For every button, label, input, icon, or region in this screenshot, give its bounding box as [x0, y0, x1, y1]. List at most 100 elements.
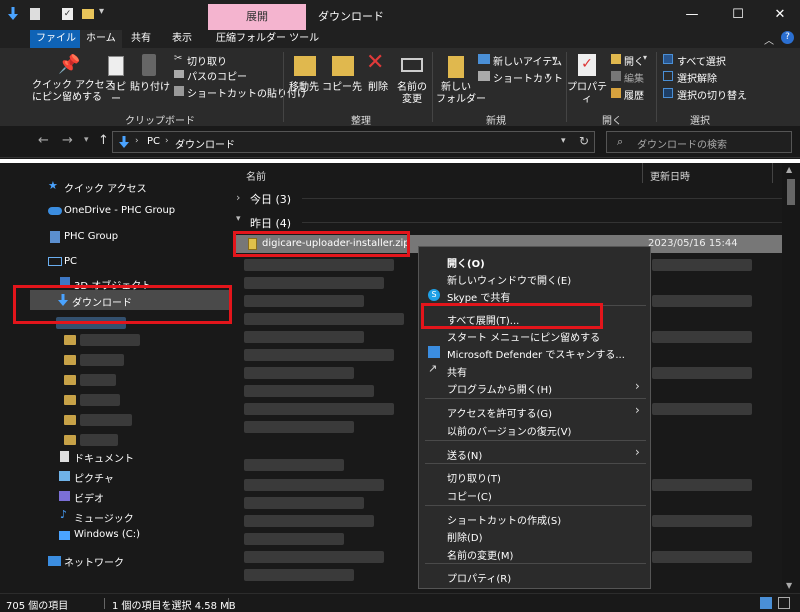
menu-item-restore-versions[interactable]: 以前のバージョンの復元(V)	[447, 423, 571, 438]
paste-button[interactable]: 貼り付け	[130, 82, 170, 94]
chevron-right-icon[interactable]: ›	[135, 136, 139, 146]
invert-selection-button[interactable]: 選択の切り替え	[677, 87, 747, 102]
menu-item-open-new-window[interactable]: 新しいウィンドウで開く(E)	[447, 272, 571, 287]
scroll-up-icon[interactable]: ▲	[786, 165, 792, 174]
menu-item-defender-scan[interactable]: Microsoft Defender でスキャンする...	[447, 346, 625, 361]
maximize-button[interactable]: ☐	[718, 4, 758, 26]
help-icon[interactable]: ?	[781, 31, 794, 44]
new-folder-button[interactable]: 新しい フォルダー	[436, 82, 486, 106]
copy-path-button[interactable]: パスのコピー	[187, 68, 247, 83]
ribbon-tabs: ファイル ホーム 共有 表示 圧縮フォルダー ツール ︿ ?	[0, 30, 800, 48]
address-dropdown-icon[interactable]: ▾	[561, 136, 566, 146]
select-all-button[interactable]: すべて選択	[677, 53, 726, 68]
menu-item-cut[interactable]: 切り取り(T)	[447, 470, 501, 485]
menu-item-rename[interactable]: 名前の変更(M)	[447, 547, 513, 562]
context-tab-extract[interactable]: 展開	[208, 4, 306, 30]
folder-icon	[64, 395, 76, 405]
back-arrow-icon[interactable]: ←	[38, 133, 49, 148]
menu-item-create-shortcut[interactable]: ショートカットの作成(S)	[447, 512, 561, 527]
sidebar-item-network[interactable]: ネットワーク	[64, 554, 124, 569]
menu-item-skype-share[interactable]: Skype で共有	[447, 289, 510, 304]
menu-item-give-access[interactable]: アクセスを許可する(G)	[447, 405, 552, 420]
menu-item-copy[interactable]: コピー(C)	[447, 488, 492, 503]
group-header-yesterday[interactable]: 昨日 (4)	[250, 215, 291, 231]
chevron-right-icon[interactable]: ›	[165, 136, 169, 146]
tab-file[interactable]: ファイル	[30, 30, 82, 48]
copy-to-button[interactable]: コピー先	[322, 82, 362, 94]
pin-quick-access-button[interactable]: クイック アクセス にピン留めする	[32, 80, 115, 104]
menu-item-pin-start[interactable]: スタート メニューにピン留めする	[447, 329, 600, 344]
tab-compressed-tools[interactable]: 圧縮フォルダー ツール	[210, 30, 325, 48]
menu-item-open[interactable]: 開く(O)	[447, 255, 485, 270]
group-header-today[interactable]: 今日 (3)	[250, 191, 291, 207]
delete-button[interactable]: 削除	[365, 82, 391, 94]
sidebar-item-phc-group[interactable]: PHC Group	[64, 231, 118, 242]
copy-icon	[108, 56, 124, 76]
up-arrow-icon[interactable]: ↑	[98, 133, 109, 148]
edit-button[interactable]: 編集	[624, 70, 644, 85]
dropdown-icon: ▾	[552, 54, 557, 63]
menu-item-open-with[interactable]: プログラムから開く(H)	[447, 381, 552, 396]
column-header-modified[interactable]: 更新日時	[650, 168, 690, 183]
scroll-down-icon[interactable]: ▼	[786, 581, 792, 590]
menu-item-share[interactable]: 共有	[447, 364, 467, 379]
properties-check-icon: ✓	[578, 54, 596, 76]
vertical-scrollbar[interactable]: ▲ ▼	[782, 163, 800, 593]
folder-icon[interactable]	[82, 9, 94, 19]
sidebar-item-pc[interactable]: PC	[64, 256, 77, 267]
sidebar-item-pictures[interactable]: ピクチャ	[74, 470, 114, 485]
breadcrumb-downloads[interactable]: ダウンロード	[175, 136, 235, 151]
minimize-button[interactable]: —	[672, 4, 712, 26]
qat-chevron-icon[interactable]: ▾	[99, 6, 104, 17]
blurred-item	[80, 414, 132, 426]
menu-item-send-to[interactable]: 送る(N)	[447, 447, 482, 462]
forward-arrow-icon[interactable]: →	[62, 133, 73, 148]
collapse-ribbon-icon[interactable]: ︿	[764, 32, 774, 47]
folder-icon	[64, 335, 76, 345]
download-arrow-icon	[119, 136, 129, 149]
chevron-down-icon[interactable]: ▾	[236, 214, 241, 224]
search-box[interactable]: ⌕ ダウンロードの検索	[606, 131, 792, 153]
recent-dropdown-icon[interactable]: ▾	[84, 135, 89, 145]
select-none-button[interactable]: 選択解除	[677, 70, 717, 85]
chevron-right-icon[interactable]: ›	[236, 191, 240, 204]
breadcrumb-pc[interactable]: PC	[147, 136, 160, 147]
menu-item-delete[interactable]: 削除(D)	[447, 529, 483, 544]
menu-separator	[425, 463, 646, 464]
large-icons-view-icon[interactable]	[778, 597, 790, 609]
shortcut-button[interactable]: ショートカット	[493, 70, 563, 85]
divider	[656, 52, 657, 122]
divider	[432, 52, 433, 122]
tab-view[interactable]: 表示	[166, 30, 198, 48]
cut-button[interactable]: 切り取り	[187, 53, 227, 68]
sidebar-item-music[interactable]: ミュージック	[74, 510, 134, 525]
menu-item-properties[interactable]: プロパティ(R)	[447, 570, 511, 585]
close-button[interactable]: ✕	[760, 4, 800, 26]
sidebar-item-videos[interactable]: ビデオ	[74, 490, 104, 505]
tab-home[interactable]: ホーム	[80, 30, 122, 48]
refresh-icon[interactable]: ↻	[579, 134, 589, 148]
checkmark-icon[interactable]: ✓	[62, 8, 73, 20]
sidebar-item-windows-c[interactable]: Windows (C:)	[74, 529, 140, 540]
column-header-name[interactable]: 名前	[246, 168, 266, 183]
open-button[interactable]: 開く	[624, 53, 644, 68]
skype-icon: S	[428, 289, 440, 301]
scroll-thumb[interactable]	[787, 179, 795, 205]
sidebar-item-onedrive[interactable]: OneDrive - PHC Group	[64, 205, 175, 216]
history-button[interactable]: 履歴	[624, 87, 644, 102]
window-title: ダウンロード	[318, 10, 384, 23]
open-icon	[611, 54, 621, 64]
properties-icon[interactable]	[30, 8, 40, 20]
address-bar[interactable]: › PC › ダウンロード ▾ ↻	[112, 131, 595, 153]
details-view-icon[interactable]	[760, 597, 772, 609]
copy-button[interactable]: コピー	[103, 82, 129, 106]
properties-button[interactable]: プロパティ	[566, 82, 608, 106]
sidebar-item-quick-access[interactable]: クイック アクセス	[64, 180, 147, 195]
submenu-arrow-icon: ›	[635, 403, 640, 417]
sidebar-item-documents[interactable]: ドキュメント	[74, 450, 134, 465]
blurred-row	[244, 479, 384, 491]
tab-share[interactable]: 共有	[125, 30, 157, 48]
move-to-button[interactable]: 移動先	[286, 82, 322, 94]
rename-button[interactable]: 名前の 変更	[395, 82, 429, 106]
folder-icon	[64, 355, 76, 365]
